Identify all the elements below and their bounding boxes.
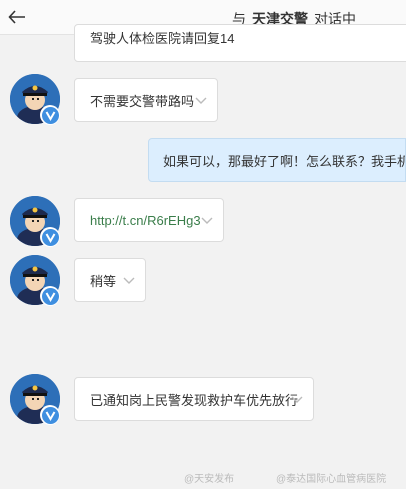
outgoing-message-bubble[interactable]: 如果可以，那最好了啊！怎么联系？我手机号	[148, 138, 406, 182]
message-bubble[interactable]: 已通知岗上民警发现救护车优先放行	[74, 377, 314, 421]
message-text: 如果可以，那最好了啊！怎么联系？我手机号	[163, 153, 406, 169]
verified-badge-icon	[40, 405, 60, 425]
chevron-down-icon[interactable]	[195, 94, 207, 106]
message-bubble[interactable]: 稍等	[74, 258, 146, 302]
verified-badge-icon	[40, 105, 60, 125]
watermark-right: @泰达国际心血管病医院	[276, 474, 387, 485]
message-text: 稍等	[90, 273, 117, 289]
message-text: 驾驶人体检医院请回复14	[90, 31, 235, 46]
message-text: 不需要交警带路吗	[90, 93, 195, 109]
chevron-down-icon[interactable]	[291, 393, 303, 405]
arrow-left-icon	[8, 10, 25, 24]
verified-badge-icon	[40, 286, 60, 306]
message-text: 已通知岗上民警发现救护车优先放行	[90, 392, 299, 408]
watermark-left: @天安发布	[184, 474, 235, 485]
back-button[interactable]	[6, 6, 28, 28]
message-bubble[interactable]: 驾驶人体检医院请回复14	[74, 24, 406, 62]
message-bubble[interactable]: 不需要交警带路吗	[74, 78, 218, 122]
message-bubble[interactable]: http://t.cn/R6rEHg3	[74, 198, 224, 242]
chevron-down-icon[interactable]	[201, 214, 213, 226]
chevron-down-icon[interactable]	[123, 274, 135, 286]
message-link[interactable]: http://t.cn/R6rEHg3	[90, 213, 201, 228]
verified-badge-icon	[40, 227, 60, 247]
